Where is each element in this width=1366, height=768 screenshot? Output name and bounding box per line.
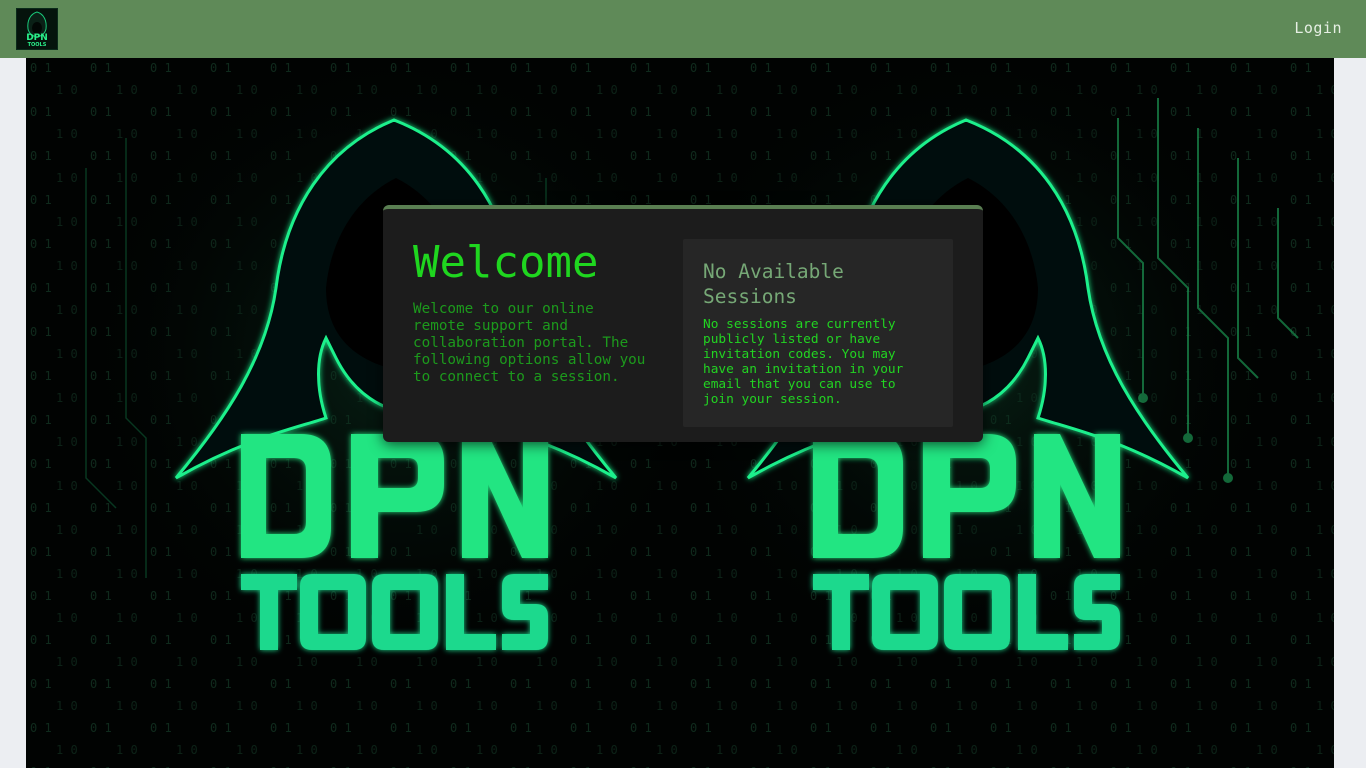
dpn-tools-logo[interactable]: DPN TOOLS [16,8,58,50]
welcome-card: Welcome Welcome to our online remote sup… [383,205,983,442]
top-nav-bar: DPN TOOLS Login [0,0,1366,58]
login-link[interactable]: Login [1294,19,1342,37]
welcome-description: Welcome to our online remote support and… [413,301,646,385]
sessions-description: No sessions are currently publicly liste… [703,317,904,407]
sessions-panel: No Available Sessions No sessions are cu… [683,239,953,427]
hooded-hacker-logo-icon: DPN TOOLS [26,11,48,48]
logo-tools-text: TOOLS [28,42,47,48]
welcome-title: Welcome [413,237,599,288]
sessions-title: No Available Sessions [703,260,844,308]
